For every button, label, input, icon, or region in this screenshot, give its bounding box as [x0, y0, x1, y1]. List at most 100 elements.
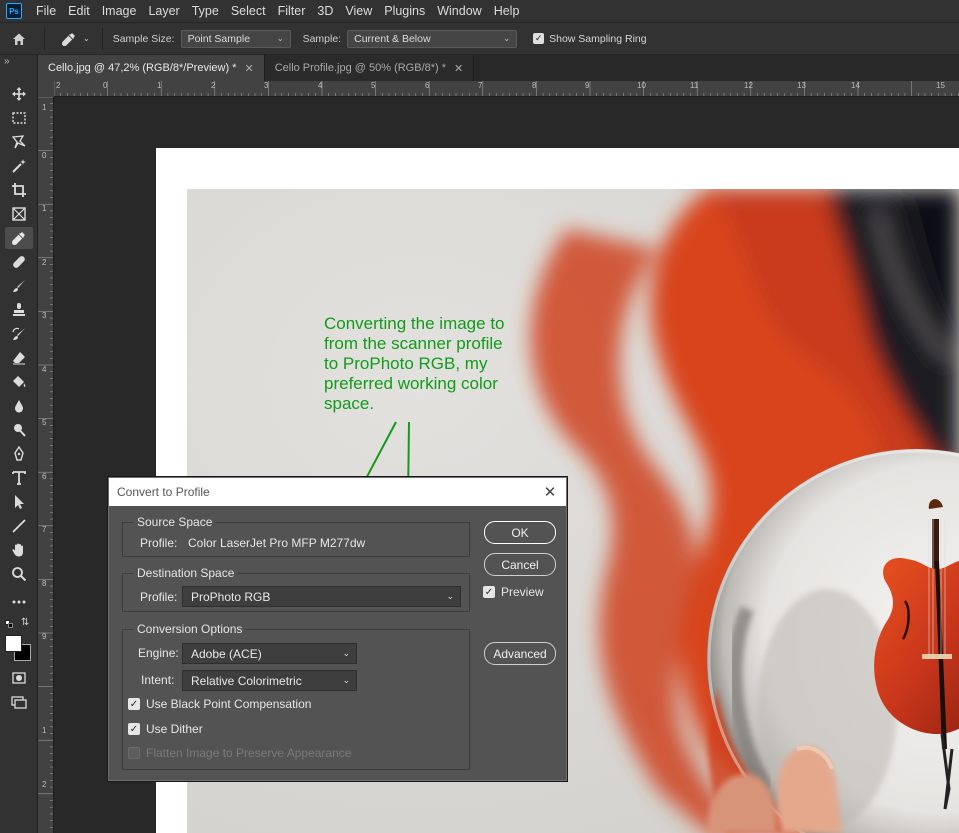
line-tool-icon[interactable]: [5, 515, 33, 537]
menu-file[interactable]: File: [30, 0, 62, 22]
eyedropper-preset-icon[interactable]: ⌄: [61, 31, 90, 47]
ruler-tick-label: 6: [425, 81, 430, 90]
type-tool-icon[interactable]: [5, 467, 33, 489]
ruler-tick-label: 1: [42, 103, 47, 112]
eyedropper-tool-icon[interactable]: [5, 227, 33, 249]
show-sampling-ring-checkbox[interactable]: ✓ Show Sampling Ring: [533, 32, 647, 45]
ruler-tick-label: 8: [532, 81, 537, 90]
source-space-group: Source Space Profile: Color LaserJet Pro…: [122, 515, 470, 557]
use-dither-label: Use Dither: [146, 722, 203, 736]
blur-tool-icon[interactable]: [5, 395, 33, 417]
destination-profile-select[interactable]: ProPhoto RGB ⌄: [182, 586, 461, 607]
marquee-tool-icon[interactable]: [5, 107, 33, 129]
destination-space-legend: Destination Space: [133, 566, 239, 580]
close-icon[interactable]: ✕: [244, 62, 253, 75]
chevron-down-icon: ⌄: [276, 34, 284, 43]
clone-stamp-tool-icon[interactable]: [5, 299, 33, 321]
eraser-tool-icon[interactable]: [5, 347, 33, 369]
destination-profile-label: Profile:: [140, 590, 178, 604]
expand-panel-icon[interactable]: »: [4, 56, 10, 67]
pen-tool-icon[interactable]: [5, 443, 33, 465]
lasso-tool-icon[interactable]: [5, 131, 33, 153]
ruler-tick-label: 8: [42, 579, 47, 588]
tab-label: Cello Profile.jpg @ 50% (RGB/8*) *: [274, 62, 447, 74]
use-dither-checkbox[interactable]: ✓ Use Dither: [128, 722, 203, 736]
options-bar: ⌄ Sample Size: Point Sample ⌄ Sample: Cu…: [0, 22, 959, 55]
ruler-tick-label: 11: [690, 81, 699, 90]
show-sampling-ring-label: Show Sampling Ring: [549, 32, 647, 45]
swap-colors-icon[interactable]: ⇅: [21, 617, 29, 628]
healing-brush-tool-icon[interactable]: [5, 251, 33, 273]
source-profile-value: Color LaserJet Pro MFP M277dw: [188, 536, 366, 550]
menu-view[interactable]: View: [339, 0, 378, 22]
crop-tool-icon[interactable]: [5, 179, 33, 201]
menu-layer[interactable]: Layer: [142, 0, 185, 22]
sample-label: Sample:: [302, 32, 342, 45]
ruler-tick-label: 15: [936, 81, 945, 90]
foreground-color-swatch[interactable]: [5, 635, 22, 652]
ruler-tick-label: 0: [103, 81, 108, 90]
options-divider: [44, 27, 45, 50]
options-divider: [101, 27, 103, 50]
menu-image[interactable]: Image: [96, 0, 143, 22]
menu-filter[interactable]: Filter: [272, 0, 312, 22]
ruler-tick-label: 12: [744, 81, 753, 90]
more-tools-icon[interactable]: [5, 591, 33, 613]
sample-select[interactable]: Current & Below ⌄: [347, 29, 518, 48]
move-tool-icon[interactable]: [5, 83, 33, 105]
quick-mask-icon[interactable]: [5, 667, 33, 689]
default-colors-icon[interactable]: [5, 620, 13, 628]
menu-3d[interactable]: 3D: [311, 0, 339, 22]
ruler-tick-label: 13: [797, 81, 806, 90]
vertical-ruler[interactable]: 1 0 1 2 3 4 5 6 7 8 9 1 2: [38, 97, 54, 833]
path-selection-tool-icon[interactable]: [5, 491, 33, 513]
zoom-tool-icon[interactable]: [5, 563, 33, 585]
chevron-down-icon: ⌄: [342, 675, 350, 685]
dialog-titlebar[interactable]: Convert to Profile ✕: [109, 478, 566, 506]
ruler-tick-label: 10: [637, 81, 646, 90]
intent-value: Relative Colorimetric: [191, 673, 302, 688]
dodge-tool-icon[interactable]: [5, 419, 33, 441]
advanced-button[interactable]: Advanced: [484, 642, 556, 665]
engine-select[interactable]: Adobe (ACE) ⌄: [182, 643, 357, 664]
tab-cello-profile[interactable]: Cello Profile.jpg @ 50% (RGB/8*) * ✕: [264, 55, 475, 81]
horizontal-ruler[interactable]: 2 0 1 2 3 4 5 6 7 8 9 10 11 12 13 14 15: [54, 81, 959, 97]
ruler-tick-label: 3: [42, 311, 47, 320]
history-brush-tool-icon[interactable]: [5, 323, 33, 345]
sample-size-value: Point Sample: [187, 32, 251, 45]
menu-type[interactable]: Type: [186, 0, 225, 22]
black-point-compensation-checkbox[interactable]: ✓ Use Black Point Compensation: [128, 697, 311, 711]
checkbox-empty: [128, 747, 140, 759]
ruler-tick-label: 2: [56, 81, 61, 90]
intent-select[interactable]: Relative Colorimetric ⌄: [182, 670, 357, 691]
sample-size-select[interactable]: Point Sample ⌄: [180, 29, 291, 48]
ruler-origin[interactable]: [38, 81, 54, 97]
black-point-compensation-label: Use Black Point Compensation: [146, 697, 312, 711]
ruler-tick-label: 9: [585, 81, 590, 90]
tab-cello[interactable]: Cello.jpg @ 47,2% (RGB/8*/Preview) * ✕: [38, 55, 265, 81]
cancel-button[interactable]: Cancel: [484, 553, 556, 576]
tab-label: Cello.jpg @ 47,2% (RGB/8*/Preview) *: [48, 62, 237, 74]
frame-tool-icon[interactable]: [5, 203, 33, 225]
close-icon[interactable]: ✕: [454, 62, 463, 75]
ruler-tick-label: 2: [211, 81, 216, 90]
convert-to-profile-dialog: Convert to Profile ✕ Source Space Profil…: [108, 477, 567, 781]
preview-checkbox[interactable]: ✓ Preview: [483, 585, 544, 599]
ruler-tick-label: 2: [42, 258, 47, 267]
ok-button[interactable]: OK: [484, 521, 556, 544]
menu-select[interactable]: Select: [225, 0, 272, 22]
paint-bucket-tool-icon[interactable]: [5, 371, 33, 393]
hand-tool-icon[interactable]: [5, 539, 33, 561]
brush-tool-icon[interactable]: [5, 275, 33, 297]
preview-label: Preview: [501, 585, 544, 599]
home-icon[interactable]: [0, 23, 38, 54]
ruler-tick-label: 7: [478, 81, 483, 90]
magic-wand-tool-icon[interactable]: [5, 155, 33, 177]
screen-mode-icon[interactable]: [5, 691, 33, 713]
menu-help[interactable]: Help: [488, 0, 526, 22]
menu-window[interactable]: Window: [431, 0, 487, 22]
close-icon[interactable]: ✕: [542, 483, 558, 501]
menu-edit[interactable]: Edit: [62, 0, 96, 22]
intent-label: Intent:: [141, 673, 175, 687]
menu-plugins[interactable]: Plugins: [378, 0, 431, 22]
